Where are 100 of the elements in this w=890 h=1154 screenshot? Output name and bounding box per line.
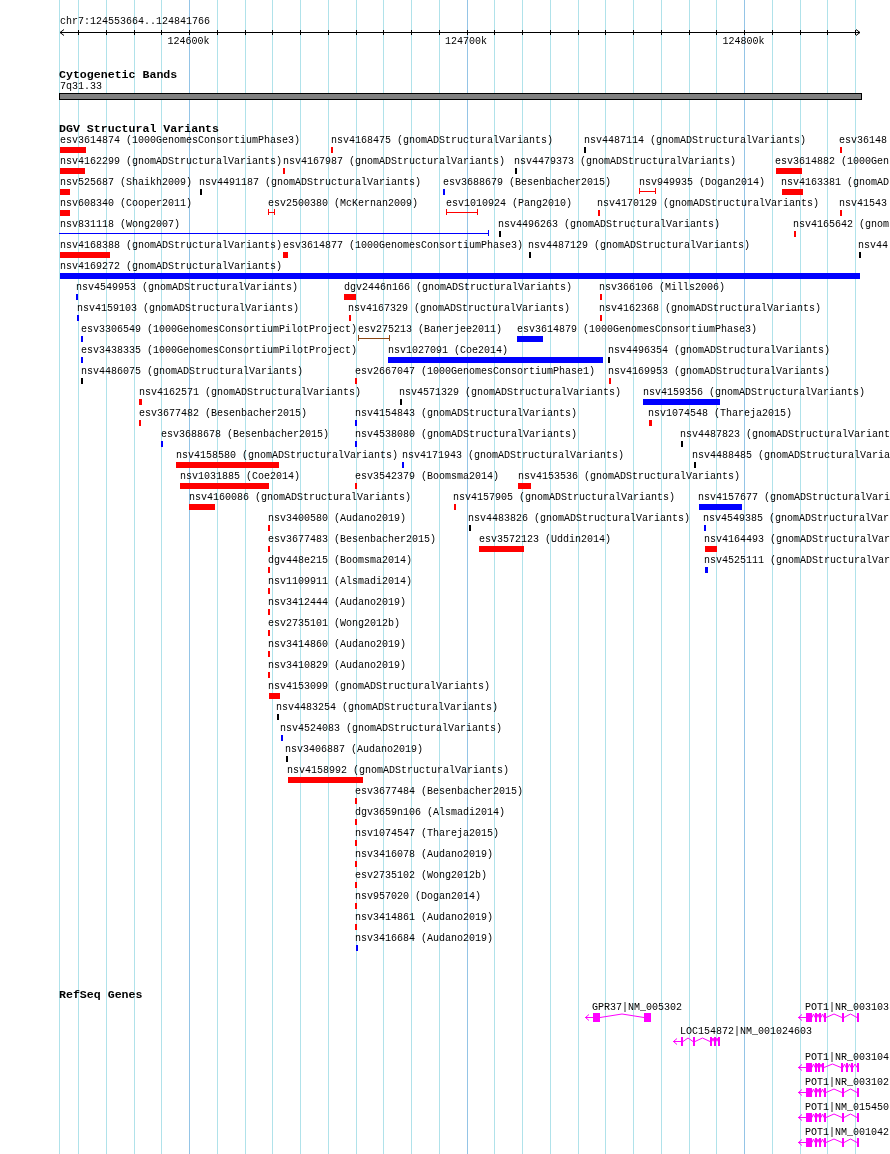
gene-label: POT1|NR_003104 bbox=[805, 1052, 889, 1063]
variant-label: nsv366106 (Mills2006) bbox=[599, 282, 726, 293]
variant-label: esv2735102 (Wong2012b) bbox=[355, 870, 488, 881]
variant-label: nsv1074548 (Thareja2015) bbox=[648, 408, 793, 419]
tick-label: 124800k bbox=[722, 36, 765, 47]
variant-label: nsv831118 (Wong2007) bbox=[60, 219, 181, 230]
variant-label: esv3572123 (Uddin2014) bbox=[479, 534, 612, 545]
variant-label: nsv4549385 (gnomADStructuralVar bbox=[703, 513, 890, 524]
variant-label: nsv525687 (Shaikh2009) bbox=[60, 177, 193, 188]
variant-label: nsv4162368 (gnomADStructuralVariants) bbox=[599, 303, 822, 314]
variant-label: nsv4159356 (gnomADStructuralVariants) bbox=[643, 387, 866, 398]
variant-label: nsv4525111 (gnomADStructuralVar bbox=[704, 555, 890, 566]
locus-label: chr7:124553664..124841766 bbox=[60, 16, 211, 27]
variant-label: esv3688678 (Besenbacher2015) bbox=[161, 429, 330, 440]
variant-label: dgv448e215 (Boomsma2014) bbox=[268, 555, 413, 566]
variant-label: nsv4160086 (gnomADStructuralVariants) bbox=[189, 492, 412, 503]
variant-label: nsv3412444 (Audano2019) bbox=[268, 597, 407, 608]
variant-label: nsv4487823 (gnomADStructuralVariant bbox=[680, 429, 890, 440]
variant-label: esv2735101 (Wong2012b) bbox=[268, 618, 401, 629]
variant-label: nsv4168388 (gnomADStructuralVariants) bbox=[60, 240, 283, 251]
variant-label: nsv1027091 (Coe2014) bbox=[388, 345, 509, 356]
variant-label: nsv608340 (Cooper2011) bbox=[60, 198, 193, 209]
variant-label: nsv4487129 (gnomADStructuralVariants) bbox=[528, 240, 751, 251]
variant-label: nsv4488485 (gnomADStructuralVaria bbox=[692, 450, 890, 461]
variant-label: nsv3400580 (Audano2019) bbox=[268, 513, 407, 524]
variant-label: esv3688679 (Besenbacher2015) bbox=[443, 177, 612, 188]
variant-label: nsv4571329 (gnomADStructuralVariants) bbox=[399, 387, 622, 398]
variant-label: nsv4163381 (gnomAD bbox=[781, 177, 890, 188]
variant-label: nsv44 bbox=[858, 240, 888, 251]
variant-label: nsv1031885 (Coe2014) bbox=[180, 471, 301, 482]
variant-label: nsv4153099 (gnomADStructuralVariants) bbox=[268, 681, 491, 692]
variant-label: esv275213 (Banerjee2011) bbox=[358, 324, 503, 335]
variant-label: nsv4171943 (gnomADStructuralVariants) bbox=[402, 450, 625, 461]
variant-label: nsv1074547 (Thareja2015) bbox=[355, 828, 500, 839]
variant-label: nsv4164493 (gnomADStructuralVar bbox=[704, 534, 890, 545]
variant-label: nsv4154843 (gnomADStructuralVariants) bbox=[355, 408, 578, 419]
variant-label: nsv957020 (Dogan2014) bbox=[355, 891, 482, 902]
variant-label: nsv3410829 (Audano2019) bbox=[268, 660, 407, 671]
tick-label: 124700k bbox=[445, 36, 487, 47]
variant-label: nsv4162299 (gnomADStructuralVariants) bbox=[60, 156, 283, 167]
variant-label: nsv4169953 (gnomADStructuralVariants) bbox=[608, 366, 831, 377]
variant-label: esv3306549 (1000GenomesConsortiumPilotProject) bbox=[81, 324, 358, 335]
variant-label: nsv4483254 (gnomADStructuralVariants) bbox=[276, 702, 499, 713]
variant-label: nsv41543 bbox=[839, 198, 887, 209]
variant-label: nsv4487114 (gnomADStructuralVariants) bbox=[584, 135, 807, 146]
variant-label: nsv4162571 (gnomADStructuralVariants) bbox=[139, 387, 362, 398]
variant-label: nsv3416078 (Audano2019) bbox=[355, 849, 494, 860]
band-label: 7q31.33 bbox=[60, 81, 102, 92]
variant-label: nsv4496354 (gnomADStructuralVariants) bbox=[608, 345, 831, 356]
gene-label: LOC154872|NM_001024603 bbox=[680, 1026, 813, 1037]
variant-label: nsv4170129 (gnomADStructuralVariants) bbox=[597, 198, 820, 209]
variant-label: nsv4496263 (gnomADStructuralVariants) bbox=[498, 219, 721, 230]
gene-label: POT1|NR_003103 bbox=[805, 1002, 889, 1013]
variant-label: esv3614879 (1000GenomesConsortiumPhase3) bbox=[517, 324, 758, 335]
variant-label: nsv4491187 (gnomADStructuralVariants) bbox=[199, 177, 422, 188]
variant-label: nsv4168475 (gnomADStructuralVariants) bbox=[331, 135, 554, 146]
gene-label: POT1|NM_015450 bbox=[805, 1102, 889, 1113]
variant-label: nsv4153536 (gnomADStructuralVariants) bbox=[518, 471, 741, 482]
variant-label: esv3677484 (Besenbacher2015) bbox=[355, 786, 524, 797]
variant-label: nsv4479373 (gnomADStructuralVariants) bbox=[514, 156, 737, 167]
gene-label: GPR37|NM_005302 bbox=[592, 1002, 682, 1013]
variant-label: nsv1109911 (Alsmadi2014) bbox=[268, 576, 413, 587]
variant-label: nsv949935 (Dogan2014) bbox=[639, 177, 766, 188]
variant-label: dgv2446n166 (gnomADStructuralVariants) bbox=[344, 282, 573, 293]
variant-label: nsv4549953 (gnomADStructuralVariants) bbox=[76, 282, 299, 293]
track-title: RefSeq Genes bbox=[59, 989, 143, 1001]
variant-label: dgv3659n106 (Alsmadi2014) bbox=[355, 807, 506, 818]
variant-label: nsv4157677 (gnomADStructuralVari bbox=[698, 492, 890, 503]
variant-label: nsv4159103 (gnomADStructuralVariants) bbox=[77, 303, 300, 314]
variant-label: nsv4538080 (gnomADStructuralVariants) bbox=[355, 429, 578, 440]
variant-label: nsv4167329 (gnomADStructuralVariants) bbox=[348, 303, 571, 314]
variant-label: esv2500380 (McKernan2009) bbox=[268, 198, 419, 209]
variant-label: esv3438335 (1000GenomesConsortiumPilotProject) bbox=[81, 345, 358, 356]
variant-label: nsv4524083 (gnomADStructuralVariants) bbox=[280, 723, 503, 734]
variant-label: esv1010924 (Pang2010) bbox=[446, 198, 573, 209]
variant-label: nsv3414861 (Audano2019) bbox=[355, 912, 494, 923]
variant-label: nsv4158580 (gnomADStructuralVariants) bbox=[176, 450, 399, 461]
variant-label: esv3677482 (Besenbacher2015) bbox=[139, 408, 308, 419]
variant-label: esv2667047 (1000GenomesConsortiumPhase1) bbox=[355, 366, 596, 377]
variant-label: nsv3416684 (Audano2019) bbox=[355, 933, 494, 944]
variant-label: nsv4158992 (gnomADStructuralVariants) bbox=[287, 765, 510, 776]
variant-label: nsv3406887 (Audano2019) bbox=[285, 744, 424, 755]
gene-label: POT1|NR_003102 bbox=[805, 1077, 889, 1088]
variant-label: nsv3414860 (Audano2019) bbox=[268, 639, 407, 650]
variant-label: nsv4167987 (gnomADStructuralVariants) bbox=[283, 156, 506, 167]
variant-label: nsv4165642 (gnom bbox=[793, 219, 889, 230]
tick-label: 124600k bbox=[167, 36, 210, 47]
variant-label: nsv4157905 (gnomADStructuralVariants) bbox=[453, 492, 676, 503]
variant-label: esv3614877 (1000GenomesConsortiumPhase3) bbox=[283, 240, 524, 251]
variant-label: nsv4483826 (gnomADStructuralVariants) bbox=[468, 513, 691, 524]
variant-label: esv3677483 (Besenbacher2015) bbox=[268, 534, 437, 545]
variant-label: esv3542379 (Boomsma2014) bbox=[355, 471, 500, 482]
variant-label: esv36148 bbox=[839, 135, 887, 146]
track-title: Cytogenetic Bands bbox=[59, 69, 178, 81]
variant-label: esv3614874 (1000GenomesConsortiumPhase3) bbox=[60, 135, 301, 146]
variant-label: nsv4169272 (gnomADStructuralVariants) bbox=[60, 261, 283, 272]
gene-label: POT1|NM_001042 bbox=[805, 1127, 889, 1138]
track-title: DGV Structural Variants bbox=[59, 123, 220, 135]
variant-label: esv3614882 (1000Gen bbox=[775, 156, 890, 167]
variant-label: nsv4486075 (gnomADStructuralVariants) bbox=[81, 366, 304, 377]
